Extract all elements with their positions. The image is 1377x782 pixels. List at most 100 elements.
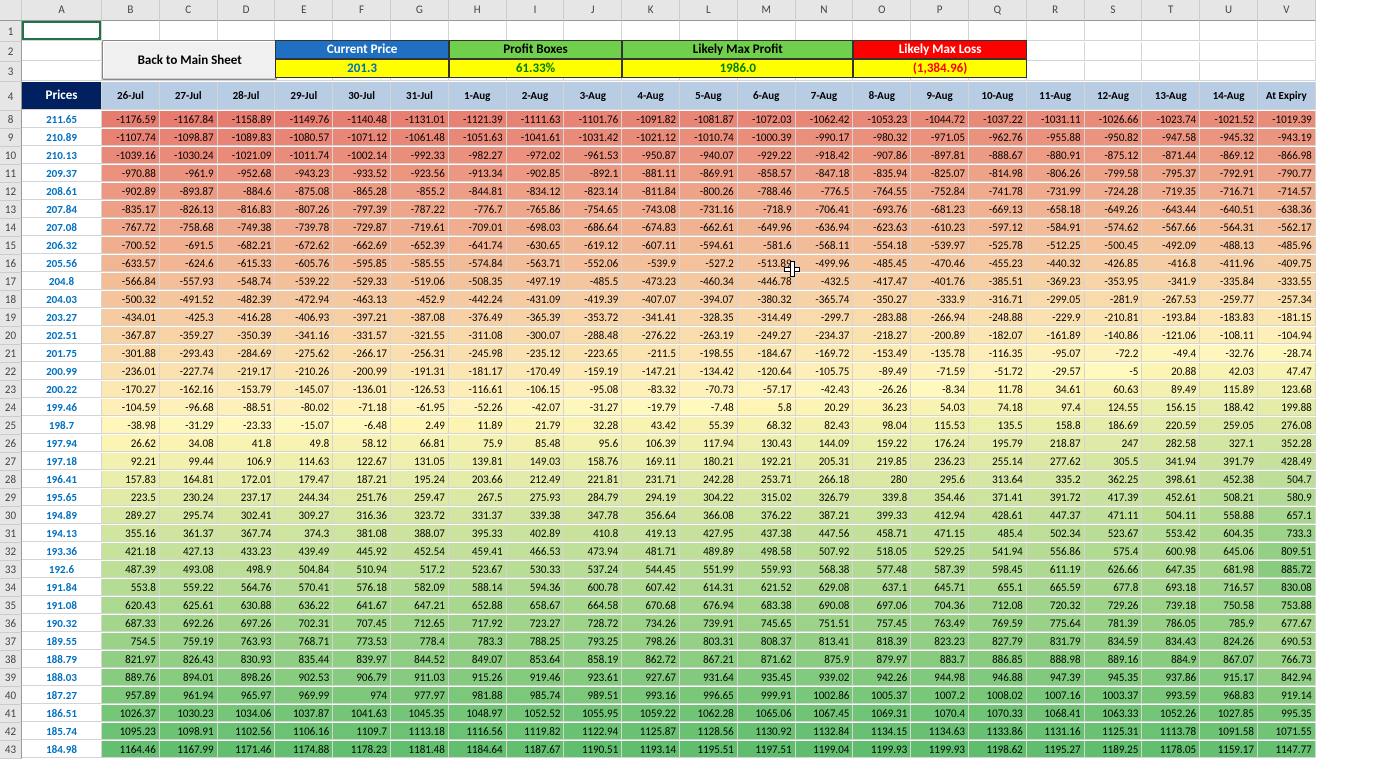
payoff-cell[interactable]: 773.53 [333, 633, 391, 650]
payoff-cell[interactable]: -643.44 [1142, 201, 1200, 218]
payoff-cell[interactable]: -394.07 [680, 291, 738, 308]
payoff-cell[interactable]: -387.08 [391, 309, 449, 326]
payoff-cell[interactable]: 445.92 [333, 543, 391, 560]
payoff-cell[interactable]: 66.81 [391, 435, 449, 452]
date-header[interactable]: 29-Jul [275, 82, 333, 110]
payoff-cell[interactable]: -71.59 [911, 363, 969, 380]
empty-cell[interactable] [1258, 42, 1316, 61]
payoff-cell[interactable]: 704.36 [911, 597, 969, 614]
payoff-cell[interactable]: 778.4 [391, 633, 449, 650]
payoff-cell[interactable]: 251.76 [333, 489, 391, 506]
row-number[interactable]: 39 [0, 669, 22, 687]
payoff-cell[interactable]: 313.64 [969, 471, 1027, 488]
payoff-cell[interactable]: -29.57 [1027, 363, 1085, 380]
payoff-cell[interactable]: -686.64 [564, 219, 622, 236]
price-cell[interactable]: 208.61 [22, 183, 102, 200]
payoff-cell[interactable]: -108.11 [1200, 327, 1258, 344]
payoff-cell[interactable]: -485.96 [1258, 237, 1316, 254]
column-header[interactable]: Q [969, 0, 1027, 21]
payoff-cell[interactable]: -619.12 [564, 237, 622, 254]
payoff-cell[interactable]: 1071.55 [1258, 723, 1316, 740]
payoff-cell[interactable]: 255.14 [969, 453, 1027, 470]
payoff-cell[interactable]: 114.63 [275, 453, 333, 470]
payoff-cell[interactable]: -1071.12 [333, 129, 391, 146]
payoff-cell[interactable]: -880.91 [1027, 147, 1085, 164]
empty-cell[interactable] [853, 21, 911, 41]
payoff-cell[interactable]: 75.9 [449, 435, 507, 452]
payoff-cell[interactable]: 630.88 [218, 597, 276, 614]
payoff-cell[interactable]: 614.31 [680, 579, 738, 596]
payoff-cell[interactable]: 717.92 [449, 615, 507, 632]
payoff-cell[interactable]: 447.37 [1027, 507, 1085, 524]
payoff-cell[interactable]: 131.05 [391, 453, 449, 470]
payoff-cell[interactable]: -1019.39 [1258, 111, 1316, 128]
payoff-cell[interactable]: 304.22 [680, 489, 738, 506]
column-header[interactable]: H [449, 0, 507, 21]
payoff-cell[interactable]: 391.79 [1200, 453, 1258, 470]
payoff-cell[interactable]: 629.08 [796, 579, 854, 596]
payoff-cell[interactable]: 786.05 [1142, 615, 1200, 632]
payoff-cell[interactable]: 785.9 [1200, 615, 1258, 632]
payoff-cell[interactable]: 49.8 [275, 435, 333, 452]
column-header[interactable]: T [1142, 0, 1200, 21]
payoff-cell[interactable]: 580.9 [1258, 489, 1316, 506]
payoff-cell[interactable]: 106.9 [218, 453, 276, 470]
row-number[interactable]: 23 [0, 381, 22, 399]
payoff-cell[interactable]: 1134.15 [853, 723, 911, 740]
payoff-cell[interactable]: 1184.64 [449, 741, 507, 758]
payoff-cell[interactable]: 284.79 [564, 489, 622, 506]
payoff-cell[interactable]: -57.17 [738, 381, 796, 398]
payoff-cell[interactable]: 523.67 [449, 561, 507, 578]
payoff-cell[interactable]: 419.13 [622, 525, 680, 542]
payoff-cell[interactable]: -257.34 [1258, 291, 1316, 308]
row-number[interactable]: 14 [0, 219, 22, 237]
payoff-cell[interactable]: -249.27 [738, 327, 796, 344]
payoff-cell[interactable]: 74.18 [969, 399, 1027, 416]
payoff-cell[interactable]: -425.3 [160, 309, 218, 326]
row-number[interactable]: 3 [0, 62, 22, 82]
date-header[interactable]: 2-Aug [507, 82, 565, 110]
payoff-cell[interactable]: -792.91 [1200, 165, 1258, 182]
price-cell[interactable]: 187.27 [22, 687, 102, 704]
payoff-cell[interactable]: 282.58 [1142, 435, 1200, 452]
payoff-cell[interactable]: 831.79 [1027, 633, 1085, 650]
payoff-cell[interactable]: 135.5 [969, 417, 1027, 434]
payoff-cell[interactable]: -607.11 [622, 237, 680, 254]
payoff-cell[interactable]: -328.35 [680, 309, 738, 326]
payoff-cell[interactable]: -416.28 [218, 309, 276, 326]
payoff-cell[interactable]: 236.23 [911, 453, 969, 470]
payoff-cell[interactable]: -1053.23 [853, 111, 911, 128]
payoff-cell[interactable]: -869.91 [680, 165, 738, 182]
payoff-cell[interactable]: -581.6 [738, 237, 796, 254]
payoff-cell[interactable]: -385.51 [969, 273, 1027, 290]
payoff-cell[interactable]: 323.72 [391, 507, 449, 524]
payoff-cell[interactable]: 823.23 [911, 633, 969, 650]
payoff-cell[interactable]: 558.88 [1200, 507, 1258, 524]
payoff-cell[interactable]: 681.98 [1200, 561, 1258, 578]
payoff-cell[interactable]: -275.62 [275, 345, 333, 362]
payoff-cell[interactable]: 647.21 [391, 597, 449, 614]
payoff-cell[interactable]: 775.64 [1027, 615, 1085, 632]
payoff-cell[interactable]: 594.36 [507, 579, 565, 596]
payoff-cell[interactable]: 931.64 [680, 669, 738, 686]
payoff-cell[interactable]: -512.25 [1027, 237, 1085, 254]
payoff-cell[interactable]: -183.83 [1200, 309, 1258, 326]
payoff-cell[interactable]: 302.41 [218, 507, 276, 524]
payoff-cell[interactable]: 1178.05 [1142, 741, 1200, 758]
payoff-cell[interactable]: 498.9 [218, 561, 276, 578]
payoff-cell[interactable]: 55.39 [680, 417, 738, 434]
payoff-cell[interactable]: -1149.76 [275, 111, 333, 128]
payoff-cell[interactable]: -693.76 [853, 201, 911, 218]
payoff-cell[interactable]: 600.78 [564, 579, 622, 596]
payoff-cell[interactable]: -96.68 [160, 399, 218, 416]
price-cell[interactable]: 192.6 [22, 561, 102, 578]
payoff-cell[interactable]: 974 [333, 687, 391, 704]
payoff-cell[interactable]: -236.01 [102, 363, 160, 380]
price-cell[interactable]: 210.13 [22, 147, 102, 164]
payoff-cell[interactable]: -276.22 [622, 327, 680, 344]
price-cell[interactable]: 209.37 [22, 165, 102, 182]
payoff-cell[interactable]: -267.53 [1142, 291, 1200, 308]
payoff-cell[interactable]: -455.23 [969, 255, 1027, 272]
payoff-cell[interactable]: -881.11 [622, 165, 680, 182]
payoff-cell[interactable]: -301.88 [102, 345, 160, 362]
